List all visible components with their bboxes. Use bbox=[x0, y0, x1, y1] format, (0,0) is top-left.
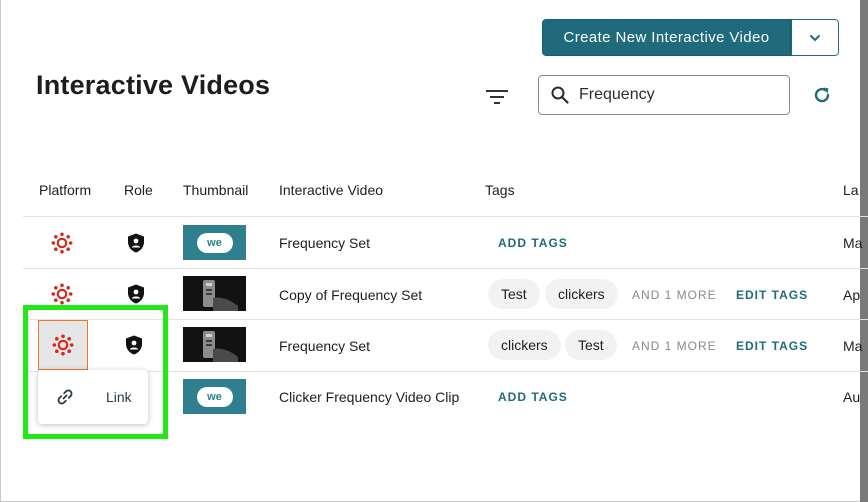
video-title-link[interactable]: Clicker Frequency Video Clip bbox=[279, 389, 459, 405]
shield-user-icon bbox=[128, 284, 144, 304]
video-title-link[interactable]: Frequency Set bbox=[279, 338, 370, 354]
highlight-annotation bbox=[23, 305, 168, 439]
column-header-platform: Platform bbox=[39, 182, 92, 198]
column-header-last[interactable]: La bbox=[843, 182, 859, 198]
window-edge bbox=[860, 0, 868, 502]
edit-tags-link[interactable]: EDIT TAGS bbox=[736, 339, 808, 353]
page-title: Interactive Videos bbox=[36, 70, 271, 100]
search-icon bbox=[551, 86, 569, 104]
video-title-link[interactable]: Copy of Frequency Set bbox=[279, 287, 422, 303]
last-column-cell: Au bbox=[843, 389, 861, 405]
search-field[interactable] bbox=[538, 75, 790, 115]
search-input[interactable] bbox=[579, 86, 769, 104]
video-still-image bbox=[183, 276, 246, 311]
video-still-image bbox=[183, 327, 246, 362]
create-new-interactive-video-button[interactable]: Create New Interactive Video bbox=[542, 19, 791, 56]
canvas-platform-icon[interactable] bbox=[51, 232, 73, 254]
tag-chip[interactable]: clickers bbox=[488, 330, 561, 360]
last-column-cell: Ap bbox=[843, 287, 861, 303]
column-header-thumbnail: Thumbnail bbox=[183, 182, 249, 198]
we-logo: we bbox=[196, 386, 233, 407]
refresh-icon[interactable] bbox=[811, 84, 833, 106]
video-thumbnail[interactable]: we bbox=[183, 225, 246, 260]
more-tags-label[interactable]: AND 1 MORE bbox=[632, 288, 717, 302]
canvas-platform-icon[interactable] bbox=[51, 283, 73, 305]
row-divider bbox=[23, 216, 868, 217]
tag-chip[interactable]: Test bbox=[488, 279, 540, 309]
video-thumbnail[interactable] bbox=[183, 327, 246, 362]
video-thumbnail[interactable] bbox=[183, 276, 246, 311]
tag-chip[interactable]: clickers bbox=[545, 279, 618, 309]
create-button-group: Create New Interactive Video bbox=[542, 19, 839, 56]
shield-user-icon bbox=[128, 233, 144, 253]
last-column-cell: Ma bbox=[843, 235, 863, 251]
more-tags-label[interactable]: AND 1 MORE bbox=[632, 339, 717, 353]
chevron-down-icon bbox=[810, 34, 820, 41]
last-column-cell: Ma bbox=[843, 338, 863, 354]
edit-tags-link[interactable]: EDIT TAGS bbox=[736, 288, 808, 302]
column-header-tags: Tags bbox=[485, 182, 515, 198]
add-tags-link[interactable]: ADD TAGS bbox=[498, 390, 568, 404]
filter-icon[interactable] bbox=[486, 88, 508, 106]
tag-chip[interactable]: Test bbox=[565, 330, 617, 360]
we-logo: we bbox=[196, 232, 233, 253]
add-tags-link[interactable]: ADD TAGS bbox=[498, 236, 568, 250]
row-divider bbox=[23, 268, 868, 269]
create-options-dropdown-button[interactable] bbox=[791, 19, 839, 56]
video-title-link[interactable]: Frequency Set bbox=[279, 235, 370, 251]
column-header-interactive-video[interactable]: Interactive Video bbox=[279, 182, 383, 198]
column-header-role: Role bbox=[124, 182, 153, 198]
video-thumbnail[interactable]: we bbox=[183, 379, 246, 414]
